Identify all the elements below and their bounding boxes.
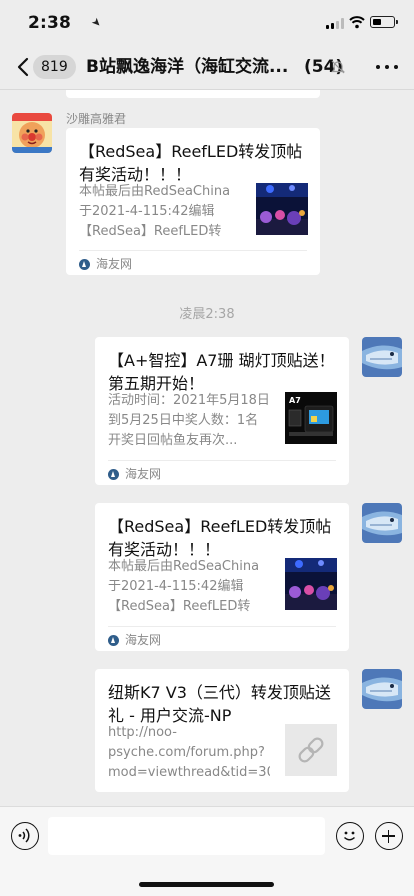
battery-icon [370,16,398,28]
message-input[interactable] [48,817,325,855]
message-timestamp: 凌晨2:38 [179,307,235,322]
chat-title: B站飘逸海洋（海缸交流... [86,57,289,77]
card-source: 海友网 [108,632,161,648]
link-card[interactable]: 【RedSea】ReefLED转发顶帖有奖活动！！！ 本帖最后由RedSeaCh… [66,128,320,275]
site-logo-icon [79,258,90,270]
link-card[interactable]: 【A+智控】A7珊 瑚灯顶贴送！第五期开始！ 活动时间：2021年5月18日到5… [95,337,349,485]
card-title: 【RedSea】ReefLED转发顶帖有奖活动！！！ [79,142,303,184]
chat-messages: 沙雕高雅君 【RedSea】ReefLED转发顶帖有奖活动！！！ 本帖最后由Re… [0,90,414,806]
card-description: 本帖最后由RedSeaChina于2021-4-115:42编辑【RedSea】… [108,559,260,614]
avatar[interactable] [362,337,402,377]
link-placeholder-thumbnail [285,724,337,776]
status-bar: 2:38 ➤ [0,0,414,44]
previous-message-bubble[interactable] [66,90,320,98]
card-title: 纽斯K7 V3（三代）转发顶贴送礼 - 用户交流-NP [108,683,331,725]
site-logo-icon [108,468,119,480]
card-title: 【A+智控】A7珊 瑚灯顶贴送！第五期开始！ [108,351,335,393]
card-source: 海友网 [79,256,132,272]
mute-bell-icon [331,60,345,74]
card-divider [79,250,307,251]
source-label: 海友网 [125,467,162,481]
card-description: 活动时间：2021年5月18日到5月25日中奖人数：1名开奖日回帖鱼友再次... [108,393,270,448]
link-icon [298,737,324,763]
source-label: 海友网 [96,257,133,271]
more-options-icon[interactable] [374,57,400,77]
card-divider [108,460,336,461]
unread-count-badge[interactable]: 819 [33,55,76,79]
wifi-icon [349,16,365,29]
link-card[interactable]: 纽斯K7 V3（三代）转发顶贴送礼 - 用户交流-NP http://noo-p… [95,669,349,792]
card-divider [108,626,336,627]
emoji-icon[interactable] [336,822,364,850]
status-time: 2:38 [28,13,72,33]
card-thumbnail [285,558,337,610]
link-card[interactable]: 【RedSea】ReefLED转发顶帖有奖活动！！！ 本帖最后由RedSeaCh… [95,503,349,651]
thumb-label: A7 [289,396,301,405]
card-thumbnail: A7 [285,392,337,444]
plus-icon[interactable] [375,822,403,850]
voice-input-icon[interactable] [11,822,39,850]
cellular-signal-icon [326,18,344,29]
card-source: 海友网 [108,466,161,482]
sender-name: 沙雕高雅君 [66,112,127,126]
avatar[interactable] [362,669,402,709]
chat-header: 819 B站飘逸海洋（海缸交流... (54) [0,44,414,90]
card-title: 【RedSea】ReefLED转发顶帖有奖活动！！！ [108,517,332,559]
source-label: 海友网 [125,633,162,647]
avatar[interactable] [362,503,402,543]
card-description: http://noo-psyche.com/forum.php?mod=view… [108,725,270,780]
card-thumbnail [256,183,308,235]
home-indicator [139,882,274,887]
card-description: 本帖最后由RedSeaChina于2021-4-115:42编辑【RedSea】… [79,184,231,239]
avatar[interactable] [12,113,52,153]
back-chevron-icon[interactable] [14,55,34,79]
site-logo-icon [108,634,119,646]
location-arrow-icon: ➤ [88,14,105,31]
